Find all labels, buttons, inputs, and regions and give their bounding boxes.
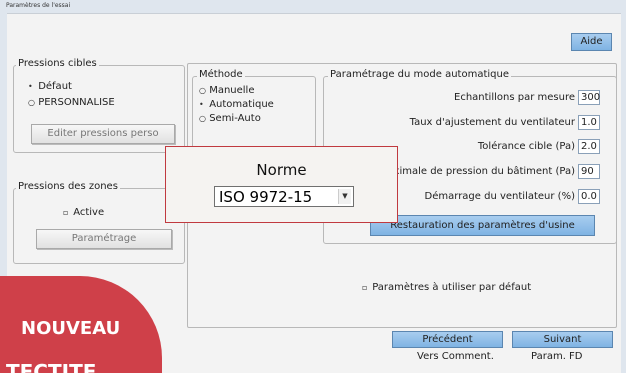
- auto-row-label: Echantillons par mesure: [454, 92, 575, 103]
- auto-row-value[interactable]: 300: [578, 90, 600, 105]
- checkbox-icon: ▫: [63, 208, 69, 217]
- badge-line-2: TECTITE: [6, 360, 97, 373]
- editer-pressions-label: Editer pressions perso: [47, 128, 159, 139]
- auto-row-value[interactable]: 2.0: [578, 139, 600, 154]
- radio-personnalise-label: PERSONNALISE: [38, 97, 115, 108]
- auto-row-label: Démarrage du ventilateur (%): [424, 191, 575, 202]
- checkbox-active-label: Active: [73, 207, 105, 218]
- radio-unselected-icon: ○: [28, 98, 35, 107]
- editer-pressions-button[interactable]: Editer pressions perso: [31, 124, 175, 144]
- badge-line-1: NOUVEAU: [21, 318, 121, 339]
- defaults-checkbox-label: Paramètres à utiliser par défaut: [372, 282, 532, 293]
- precedent-label: Précédent: [422, 334, 473, 345]
- pressions-zones-title: Pressions des zones: [16, 181, 120, 192]
- norme-select-value: ISO 9972-15: [219, 188, 313, 206]
- radio-selected-icon: •: [28, 82, 33, 91]
- auto-params-title: Paramétrage du mode automatique: [328, 69, 511, 80]
- restore-defaults-label: Restauration des paramètres d'usine: [390, 220, 575, 231]
- suivant-sublabel: Param. FD: [531, 351, 583, 362]
- title-bar: Paramètres de l'essai: [0, 0, 626, 14]
- pressions-zones-group: [13, 188, 185, 264]
- norme-callout: Norme ISO 9972-15 ▼: [165, 146, 398, 223]
- chevron-down-icon[interactable]: ▼: [338, 189, 351, 204]
- radio-defaut[interactable]: • Défaut: [28, 81, 72, 92]
- parametrage-label: Paramétrage: [71, 233, 137, 244]
- norme-select[interactable]: ISO 9972-15 ▼: [214, 186, 354, 207]
- radio-personnalise[interactable]: ○ PERSONNALISE: [28, 97, 115, 108]
- restore-defaults-button[interactable]: Restauration des paramètres d'usine: [370, 215, 595, 236]
- aide-button[interactable]: Aide: [571, 33, 612, 51]
- test-parameters-window: Paramètres de l'essai Aide Pressions cib…: [0, 0, 626, 373]
- precedent-sublabel: Vers Comment.: [417, 351, 494, 362]
- window-frame-right: [621, 13, 626, 373]
- suivant-label: Suivant: [543, 334, 582, 345]
- auto-row-label: Tolérance cible (Pa): [477, 141, 575, 152]
- pressions-cibles-title: Pressions cibles: [16, 58, 99, 69]
- auto-row-label: aximale de pression du bâtiment (Pa): [387, 166, 575, 177]
- defaults-checkbox[interactable]: ▫ Paramètres à utiliser par défaut: [362, 282, 531, 293]
- auto-row-value[interactable]: 0.0: [578, 189, 600, 204]
- suivant-button[interactable]: Suivant: [512, 331, 613, 348]
- parametrage-button[interactable]: Paramétrage: [36, 229, 172, 249]
- auto-row-label: Taux d'ajustement du ventilateur: [409, 117, 575, 128]
- aide-label: Aide: [580, 36, 603, 47]
- auto-row-value[interactable]: 90: [578, 164, 600, 179]
- auto-row-value[interactable]: 1.0: [578, 115, 600, 130]
- norme-title: Norme: [256, 161, 307, 179]
- precedent-button[interactable]: Précédent: [392, 331, 503, 348]
- checkbox-icon: ▫: [362, 283, 368, 292]
- window-title: Paramètres de l'essai: [6, 2, 71, 9]
- nouveau-badge: NOUVEAU TECTITE: [0, 276, 162, 373]
- checkbox-active[interactable]: ▫ Active: [63, 207, 104, 218]
- radio-defaut-label: Défaut: [38, 81, 72, 92]
